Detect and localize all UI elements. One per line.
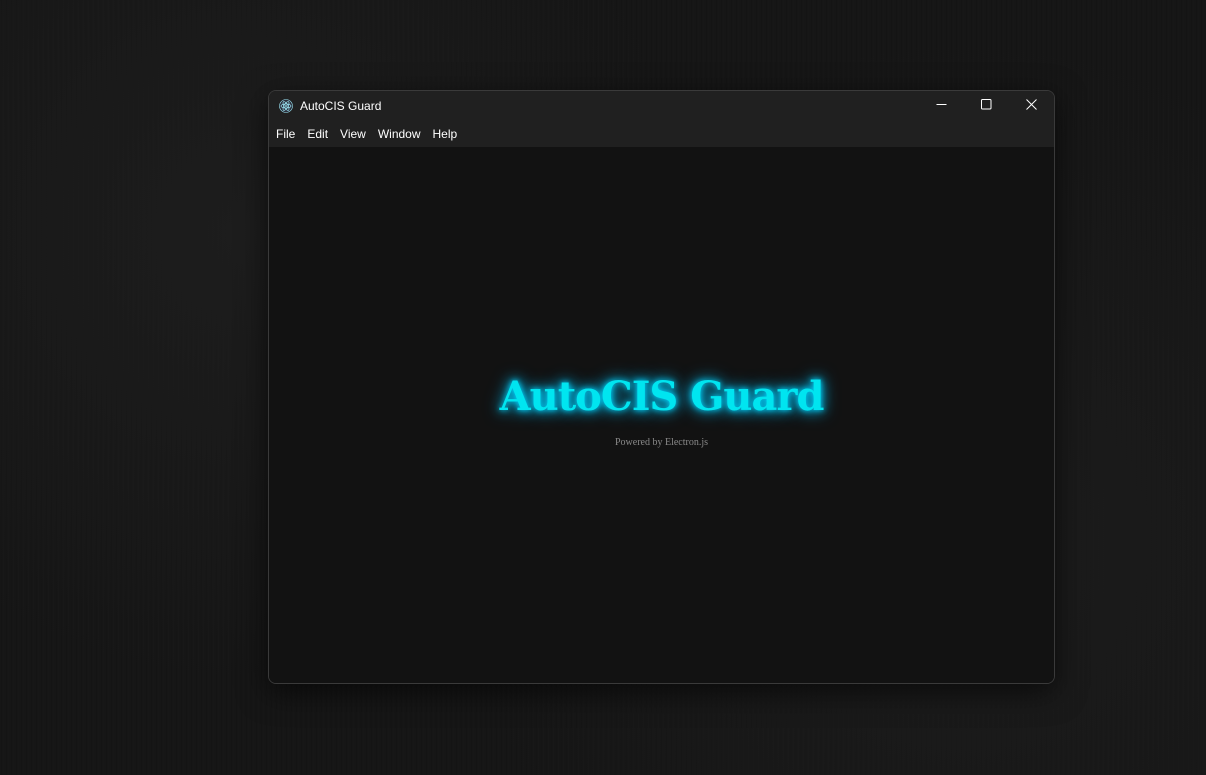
title-bar[interactable]: AutoCIS Guard <box>269 91 1054 121</box>
main-content: AutoCIS Guard Powered by Electron.js <box>269 147 1054 683</box>
electron-icon <box>278 98 294 114</box>
minimize-button[interactable] <box>919 91 964 121</box>
close-icon <box>1026 97 1037 115</box>
maximize-icon <box>981 97 992 115</box>
close-button[interactable] <box>1009 91 1054 121</box>
app-window: AutoCIS Guard File Edit View Window Help… <box>268 90 1055 684</box>
menu-item-view[interactable]: View <box>334 124 372 144</box>
powered-by-text: Powered by Electron.js <box>614 437 709 448</box>
menu-item-edit[interactable]: Edit <box>301 124 334 144</box>
menu-item-help[interactable]: Help <box>427 124 464 144</box>
menu-bar: File Edit View Window Help <box>269 121 1054 147</box>
menu-item-window[interactable]: Window <box>372 124 427 144</box>
menu-item-file[interactable]: File <box>270 124 301 144</box>
minimize-icon <box>936 97 947 115</box>
window-controls <box>919 91 1054 121</box>
app-heading: AutoCIS Guard <box>499 373 825 420</box>
window-title: AutoCIS Guard <box>300 99 382 113</box>
maximize-button[interactable] <box>964 91 1009 121</box>
